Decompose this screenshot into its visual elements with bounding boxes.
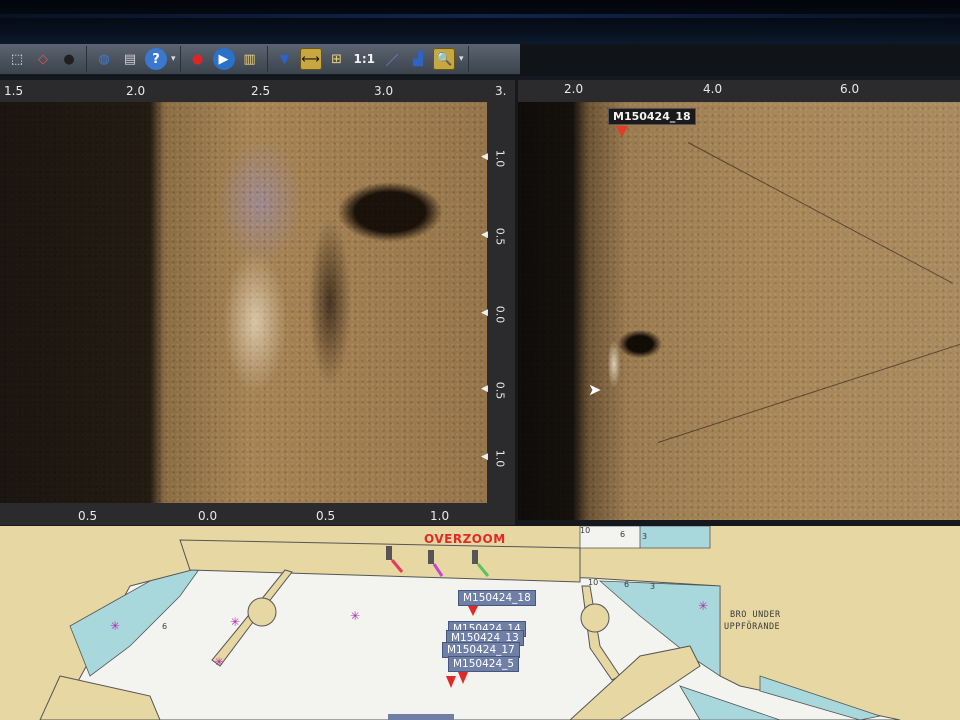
ruler-tick: 1.0 [493, 449, 507, 468]
scale-1-1-button[interactable]: 1:1 [354, 52, 376, 66]
zoom-ruler-right: ◀ 1.0 ◀ 0.5 ◀ 0.0 ◀ 0.5 ◀ 1.0 [481, 102, 515, 503]
zoom-ruler-bottom: 0.5 0.0 0.5 1.0 [0, 503, 515, 525]
ruler-tick: 2.5 [251, 84, 271, 98]
ruler-arrow-icon: ◀ [481, 152, 488, 162]
sonar-noise-texture [518, 102, 960, 520]
sonar-overview-panel[interactable]: 2.0 4.0 6.0 M150424_18 ➤ [518, 80, 960, 520]
help-icon[interactable]: ? [145, 48, 167, 70]
track-icon[interactable]: ● [58, 48, 80, 70]
sonar-zoom-panel[interactable]: 1.5 2.0 2.5 3.0 3. ◀ 1.0 ◀ 0.5 ◀ 0.0 ◀ 0… [0, 80, 515, 525]
ruler-tick: 0.5 [493, 227, 507, 246]
ruler-tick: 2.0 [564, 82, 584, 96]
ruler-tick: 0.0 [493, 305, 507, 324]
zoom-region-icon[interactable]: ⬚ [6, 48, 28, 70]
ruler-tick: 3.0 [374, 84, 394, 98]
record-icon[interactable]: ● [187, 48, 209, 70]
depth-sounding: 6 [620, 530, 626, 539]
mouse-cursor-icon: ➤ [588, 380, 602, 399]
ruler-tick: 1.5 [4, 84, 24, 98]
ruler-tick: 6.0 [840, 82, 860, 96]
clipboard-icon[interactable]: ▥ [239, 48, 261, 70]
toolbar-empty-area [520, 44, 960, 74]
ruler-arrow-icon: ◀ [481, 230, 488, 240]
svg-text:✳: ✳ [110, 619, 120, 633]
zoom-dropdown-icon[interactable]: ▾ [459, 54, 464, 64]
toolbar-group-edit: ⬚ ◇ ● [0, 46, 87, 72]
ruler-tick: 2.0 [126, 84, 146, 98]
ruler-tick: 4.0 [703, 82, 723, 96]
erase-icon[interactable]: ◇ [32, 48, 54, 70]
toolbar-group-zoom: ▼ ⟷ ⊞ 1:1 ／ ▟ 🔍 ▾ [268, 46, 469, 72]
ruler-arrow-icon: ◀ [481, 384, 488, 394]
monitor-bezel [0, 0, 960, 44]
marker-triangle-icon[interactable] [616, 126, 628, 137]
zoom-ruler-top: 1.5 2.0 2.5 3.0 3. [0, 80, 515, 102]
ruler-tick: 0.0 [198, 509, 218, 523]
ruler-arrow-icon: ◀ [481, 308, 488, 318]
marker-label[interactable]: M150424_18 [608, 108, 696, 125]
measure-icon[interactable]: ／ [381, 48, 403, 70]
svg-text:✳: ✳ [230, 615, 240, 629]
bridge-note-line1: BRO UNDER [730, 610, 781, 620]
depth-sounding: 10 [580, 526, 591, 535]
magnifier-icon[interactable]: 🔍 [433, 48, 456, 70]
triangle-down-icon[interactable]: ▼ [274, 48, 296, 70]
sonar-noise-texture [0, 102, 487, 503]
depth-sounding: 3 [650, 582, 656, 591]
sonar-zoom-image[interactable] [0, 102, 487, 503]
fit-width-icon[interactable]: ⟷ [299, 48, 322, 70]
waypoint-label[interactable]: M150424_18 [458, 590, 536, 606]
overzoom-warning: OVERZOOM [424, 532, 506, 546]
depth-sounding: 10 [588, 578, 599, 587]
ruler-tick: 0.5 [493, 381, 507, 400]
ruler-tick: 1.0 [493, 149, 507, 168]
depth-sounding: 3 [642, 532, 648, 541]
group-dropdown-icon[interactable]: ▾ [171, 54, 176, 64]
ruler-tick: 0.5 [316, 509, 336, 523]
svg-text:✳: ✳ [214, 655, 224, 669]
print-icon[interactable]: ▤ [119, 48, 141, 70]
nautical-chart[interactable]: ✳ ✳ ✳ ✳ ✳ 10 6 3 10 6 3 6 BRO UNDER UPPF… [0, 526, 960, 720]
ruler-tick: 0.5 [78, 509, 98, 523]
globe-icon[interactable]: ◍ [93, 48, 115, 70]
fit-all-icon[interactable]: ⊞ [326, 48, 348, 70]
bridge-note-line2: UPPFÖRANDE [724, 622, 781, 632]
ruler-tick: 3. [495, 84, 507, 98]
ruler-arrow-icon: ◀ [481, 452, 488, 462]
toolbar-group-playback: ● ▶ ▥ [181, 46, 268, 72]
overview-ruler-top: 2.0 4.0 6.0 [518, 80, 960, 102]
svg-text:✳: ✳ [350, 609, 360, 623]
play-icon[interactable]: ▶ [212, 48, 235, 70]
toolbar-group-view: ◍ ▤ ? ▾ [87, 46, 181, 72]
depth-sounding: 6 [162, 622, 168, 631]
svg-text:✳: ✳ [698, 599, 708, 613]
chart-levels-icon[interactable]: ▟ [407, 48, 429, 70]
main-toolbar: ⬚ ◇ ● ◍ ▤ ? ▾ ● ▶ ▥ ▼ ⟷ ⊞ 1:1 ／ ▟ 🔍 ▾ [0, 44, 520, 75]
sonar-overview-image[interactable] [518, 102, 960, 520]
waypoint-label[interactable]: M150424_5 [448, 656, 520, 672]
ruler-tick: 1.0 [430, 509, 450, 523]
depth-sounding: 6 [624, 580, 630, 589]
